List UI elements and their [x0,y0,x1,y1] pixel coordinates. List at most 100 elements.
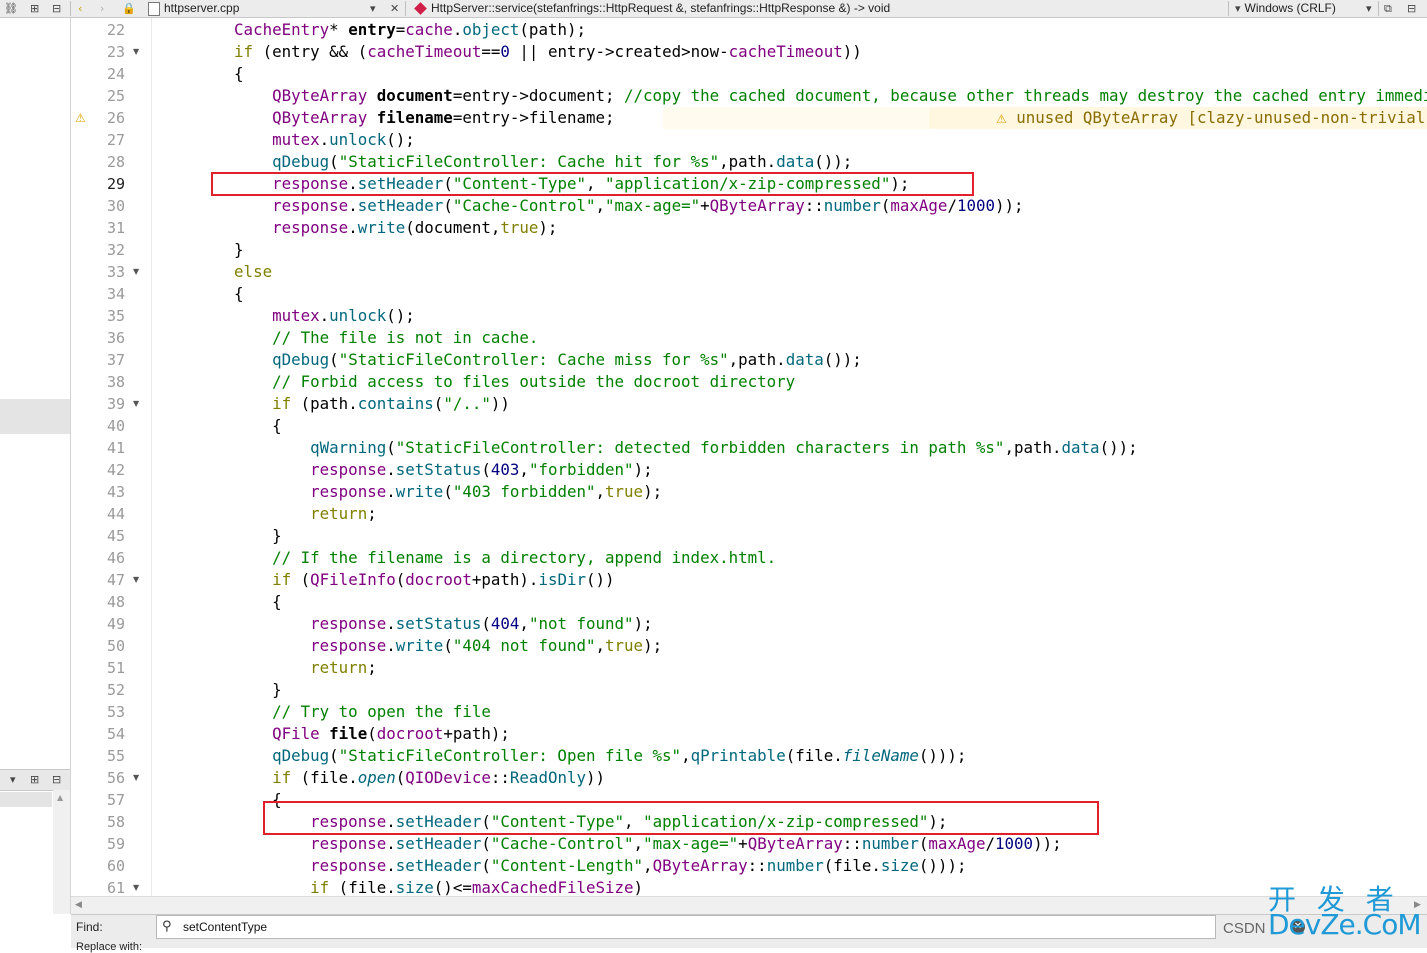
back-icon[interactable]: ‹ [78,0,82,17]
code-line[interactable]: 56 ▼ if (file.open(QIODevice::ReadOnly)) [71,767,1427,789]
code-text: if (QFileInfo(docroot+path).isDir()) [272,570,615,589]
code-line[interactable]: 35 mutex.unlock(); [71,305,1427,327]
code-line[interactable]: 40 { [71,415,1427,437]
function-signature: HttpServer::service(stefanfrings::HttpRe… [431,1,891,15]
code-text: } [196,680,282,699]
line-number: 39 [106,395,125,413]
line-number: 52 [106,681,125,699]
code-line[interactable]: 38 // Forbid access to files outside the… [71,371,1427,393]
code-line[interactable]: 54 QFile file(docroot+path); [71,723,1427,745]
close-panel-icon[interactable]: ⊟ [52,0,61,17]
fold-arrow-icon[interactable]: ▼ [133,884,139,892]
code-text: mutex.unlock(); [272,306,415,325]
line-number: 27 [106,131,125,149]
split-icon[interactable]: ⊞ [30,0,39,17]
sidebar-dropdown-icon[interactable]: ▾ [10,772,16,787]
lock-icon[interactable]: 🔒 [122,0,136,17]
code-text: qDebug("StaticFileController: Cache hit … [272,152,853,171]
code-line[interactable]: 50 response.write("404 not found",true); [71,635,1427,657]
editor-toolbar: ⛓ ⊞ ⊟ ‹ › 🔒 httpserver.cpp ▾ ✕ HttpServe… [0,0,1427,18]
code-line[interactable]: 42 response.setStatus(403,"forbidden"); [71,459,1427,481]
code-line[interactable]: 27 mutex.unlock(); [71,129,1427,151]
function-icon [414,2,427,15]
code-line[interactable]: 53 // Try to open the file [71,701,1427,723]
close-icon[interactable]: ✕ [390,0,399,17]
code-line[interactable]: 44 return; [71,503,1427,525]
code-line[interactable]: 28 qDebug("StaticFileController: Cache h… [71,151,1427,173]
code-text: // Forbid access to files outside the do… [272,372,796,391]
code-line[interactable]: 51 return; [71,657,1427,679]
fold-arrow-icon[interactable]: ▼ [133,268,139,276]
code-line[interactable]: 34 { [71,283,1427,305]
horizontal-scrollbar[interactable]: ◀ ▶ [71,896,1427,914]
line-number: 29 [106,175,125,193]
code-text: if (file.open(QIODevice::ReadOnly)) [272,768,606,787]
highlight-box-line-29 [211,172,974,196]
close-window-icon[interactable]: ⊟ [1407,0,1416,17]
code-text: response.setHeader("Cache-Control","max-… [310,834,1062,853]
dropdown-icon[interactable]: ▾ [370,0,376,17]
code-line[interactable]: 41 qWarning("StaticFileController: detec… [71,437,1427,459]
code-line[interactable]: ⚠ 26 QByteArray filename=entry->filename;… [71,107,1427,129]
code-line[interactable]: 45 } [71,525,1427,547]
fold-arrow-icon[interactable]: ▼ [133,400,139,408]
line-endings-dropdown-icon[interactable]: ▾ [1366,0,1372,17]
code-line[interactable]: 48 { [71,591,1427,613]
overlay-text: CSDN [1223,920,1266,937]
line-number: 28 [106,153,125,171]
line-number: 31 [106,219,125,237]
code-line[interactable]: 61 ▼ if (file.size()<=maxCachedFileSize) [71,877,1427,896]
sidebar-selected-item[interactable] [0,399,70,434]
sidebar-close-icon[interactable]: ⊟ [52,772,61,787]
fold-arrow-icon[interactable]: ▼ [133,576,139,584]
line-number: 40 [106,417,125,435]
sidebar-selected-item-2[interactable] [0,792,52,807]
code-line[interactable]: 30 response.setHeader("Cache-Control","m… [71,195,1427,217]
file-tab[interactable]: httpserver.cpp [148,0,239,17]
line-number: 37 [106,351,125,369]
code-line[interactable]: 46 // If the filename is a directory, ap… [71,547,1427,569]
code-line[interactable]: 33 ▼ else [71,261,1427,283]
fold-arrow-icon[interactable]: ▼ [133,774,139,782]
code-line[interactable]: 49 response.setStatus(404,"not found"); [71,613,1427,635]
code-line[interactable]: 23 ▼ if (entry && (cacheTimeout==0 || ent… [71,41,1427,63]
sidebar-scrollbar[interactable]: ▲ [53,790,70,914]
line-endings-selector[interactable]: ▾ Windows (CRLF) [1235,0,1336,17]
forward-icon[interactable]: › [100,0,104,17]
find-input[interactable]: ⚲ setContentType ✕ [156,915,1305,939]
code-text: response.setHeader("Cache-Control","max-… [272,196,1024,215]
line-number: 57 [106,791,125,809]
line-number: 24 [106,65,125,83]
code-editor[interactable]: 22 CacheEntry* entry=cache.object(path);… [71,18,1427,896]
file-icon [148,1,160,16]
code-text: { [196,416,282,435]
code-line[interactable]: 60 response.setHeader("Content-Length",Q… [71,855,1427,877]
code-line[interactable]: 37 qDebug("StaticFileController: Cache m… [71,349,1427,371]
sidebar-split-icon[interactable]: ⊞ [30,772,39,787]
function-selector[interactable]: HttpServer::service(stefanfrings::HttpRe… [414,0,891,17]
line-number: 22 [106,21,125,39]
code-text: response.setHeader("Content-Length",QByt… [310,856,967,875]
code-text: response.setStatus(403,"forbidden"); [310,460,653,479]
code-text: CacheEntry* entry=cache.object(path); [234,20,586,39]
code-line[interactable]: 59 response.setHeader("Cache-Control","m… [71,833,1427,855]
fold-arrow-icon[interactable]: ▼ [133,48,139,56]
code-line[interactable]: 32 } [71,239,1427,261]
code-line[interactable]: 25 QByteArray document=entry->document; … [71,85,1427,107]
code-line[interactable]: 43 response.write("403 forbidden",true); [71,481,1427,503]
code-line[interactable]: 36 // The file is not in cache. [71,327,1427,349]
code-text: qDebug("StaticFileController: Open file … [272,746,967,765]
code-line[interactable]: 47 ▼ if (QFileInfo(docroot+path).isDir()) [71,569,1427,591]
code-line[interactable]: 39 ▼ if (path.contains("/..")) [71,393,1427,415]
code-line[interactable]: 24 { [71,63,1427,85]
code-line[interactable]: 52 } [71,679,1427,701]
split-window-icon[interactable]: ⧉ [1384,0,1392,17]
link-icon[interactable]: ⛓ [4,0,18,17]
code-line[interactable]: 31 response.write(document,true); [71,217,1427,239]
code-line[interactable]: 22 CacheEntry* entry=cache.object(path); [71,19,1427,41]
line-number: 49 [106,615,125,633]
line-number: 44 [106,505,125,523]
code-text: { [196,64,244,83]
code-line[interactable]: 55 qDebug("StaticFileController: Open fi… [71,745,1427,767]
code-text: response.setStatus(404,"not found"); [310,614,653,633]
